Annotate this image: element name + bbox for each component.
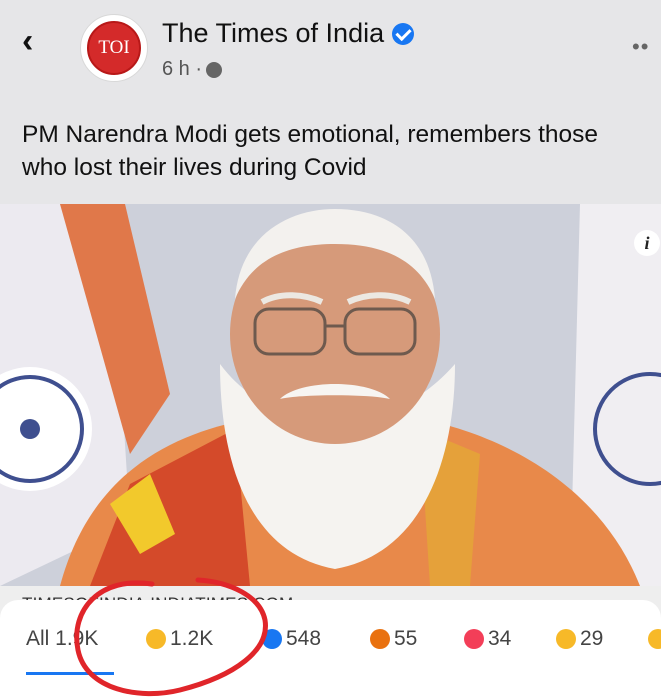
post-photo[interactable]: [0, 204, 661, 586]
tab-like[interactable]: 548: [262, 624, 321, 654]
tab-sad[interactable]: 29: [556, 624, 603, 654]
post-headline: PM Narendra Modi gets emotional, remembe…: [22, 121, 599, 181]
all-reactions-label: All 1.9K: [26, 627, 99, 650]
sad-count: 29: [580, 627, 604, 650]
timestamp-text[interactable]: 6 h ·: [162, 58, 202, 81]
back-arrow-icon[interactable]: ‹: [22, 24, 33, 58]
like-icon: [262, 629, 282, 649]
love-icon: [464, 629, 484, 649]
angry-count: 55: [394, 627, 418, 650]
post-timestamp[interactable]: 6 h ·: [162, 58, 223, 81]
reaction-emoji-icon: [648, 629, 661, 649]
reaction-tabs: All 1.9K 1.2K 548 55 34 29: [0, 616, 661, 666]
toi-logo: TOI: [87, 21, 141, 75]
page-avatar[interactable]: TOI: [80, 14, 148, 82]
avatar-text: TOI: [98, 37, 130, 58]
tab-angry[interactable]: 55: [370, 624, 417, 654]
info-icon[interactable]: i: [634, 230, 660, 256]
page-name-text[interactable]: The Times of India: [162, 18, 384, 49]
tab-love[interactable]: 34: [464, 624, 511, 654]
love-count: 34: [488, 627, 512, 650]
tab-more-reactions[interactable]: [648, 624, 661, 654]
post-header: ‹ TOI The Times of India 6 h · ••: [0, 0, 661, 100]
active-tab-indicator: [26, 672, 114, 675]
like-count: 548: [286, 627, 322, 650]
photo-illustration: [0, 204, 661, 586]
tab-haha[interactable]: 1.2K: [146, 624, 213, 654]
more-options-icon[interactable]: ••: [632, 34, 649, 60]
haha-emoji-icon: [146, 629, 166, 649]
verified-badge-icon: [392, 22, 415, 45]
tab-all-reactions[interactable]: All 1.9K: [26, 624, 98, 654]
page-name[interactable]: The Times of India: [162, 18, 415, 49]
sad-emoji-icon: [556, 629, 576, 649]
angry-emoji-icon: [370, 629, 390, 649]
haha-count: 1.2K: [170, 627, 214, 650]
reactions-bar: All 1.9K 1.2K 548 55 34 29: [0, 600, 661, 700]
globe-icon: [206, 61, 223, 78]
